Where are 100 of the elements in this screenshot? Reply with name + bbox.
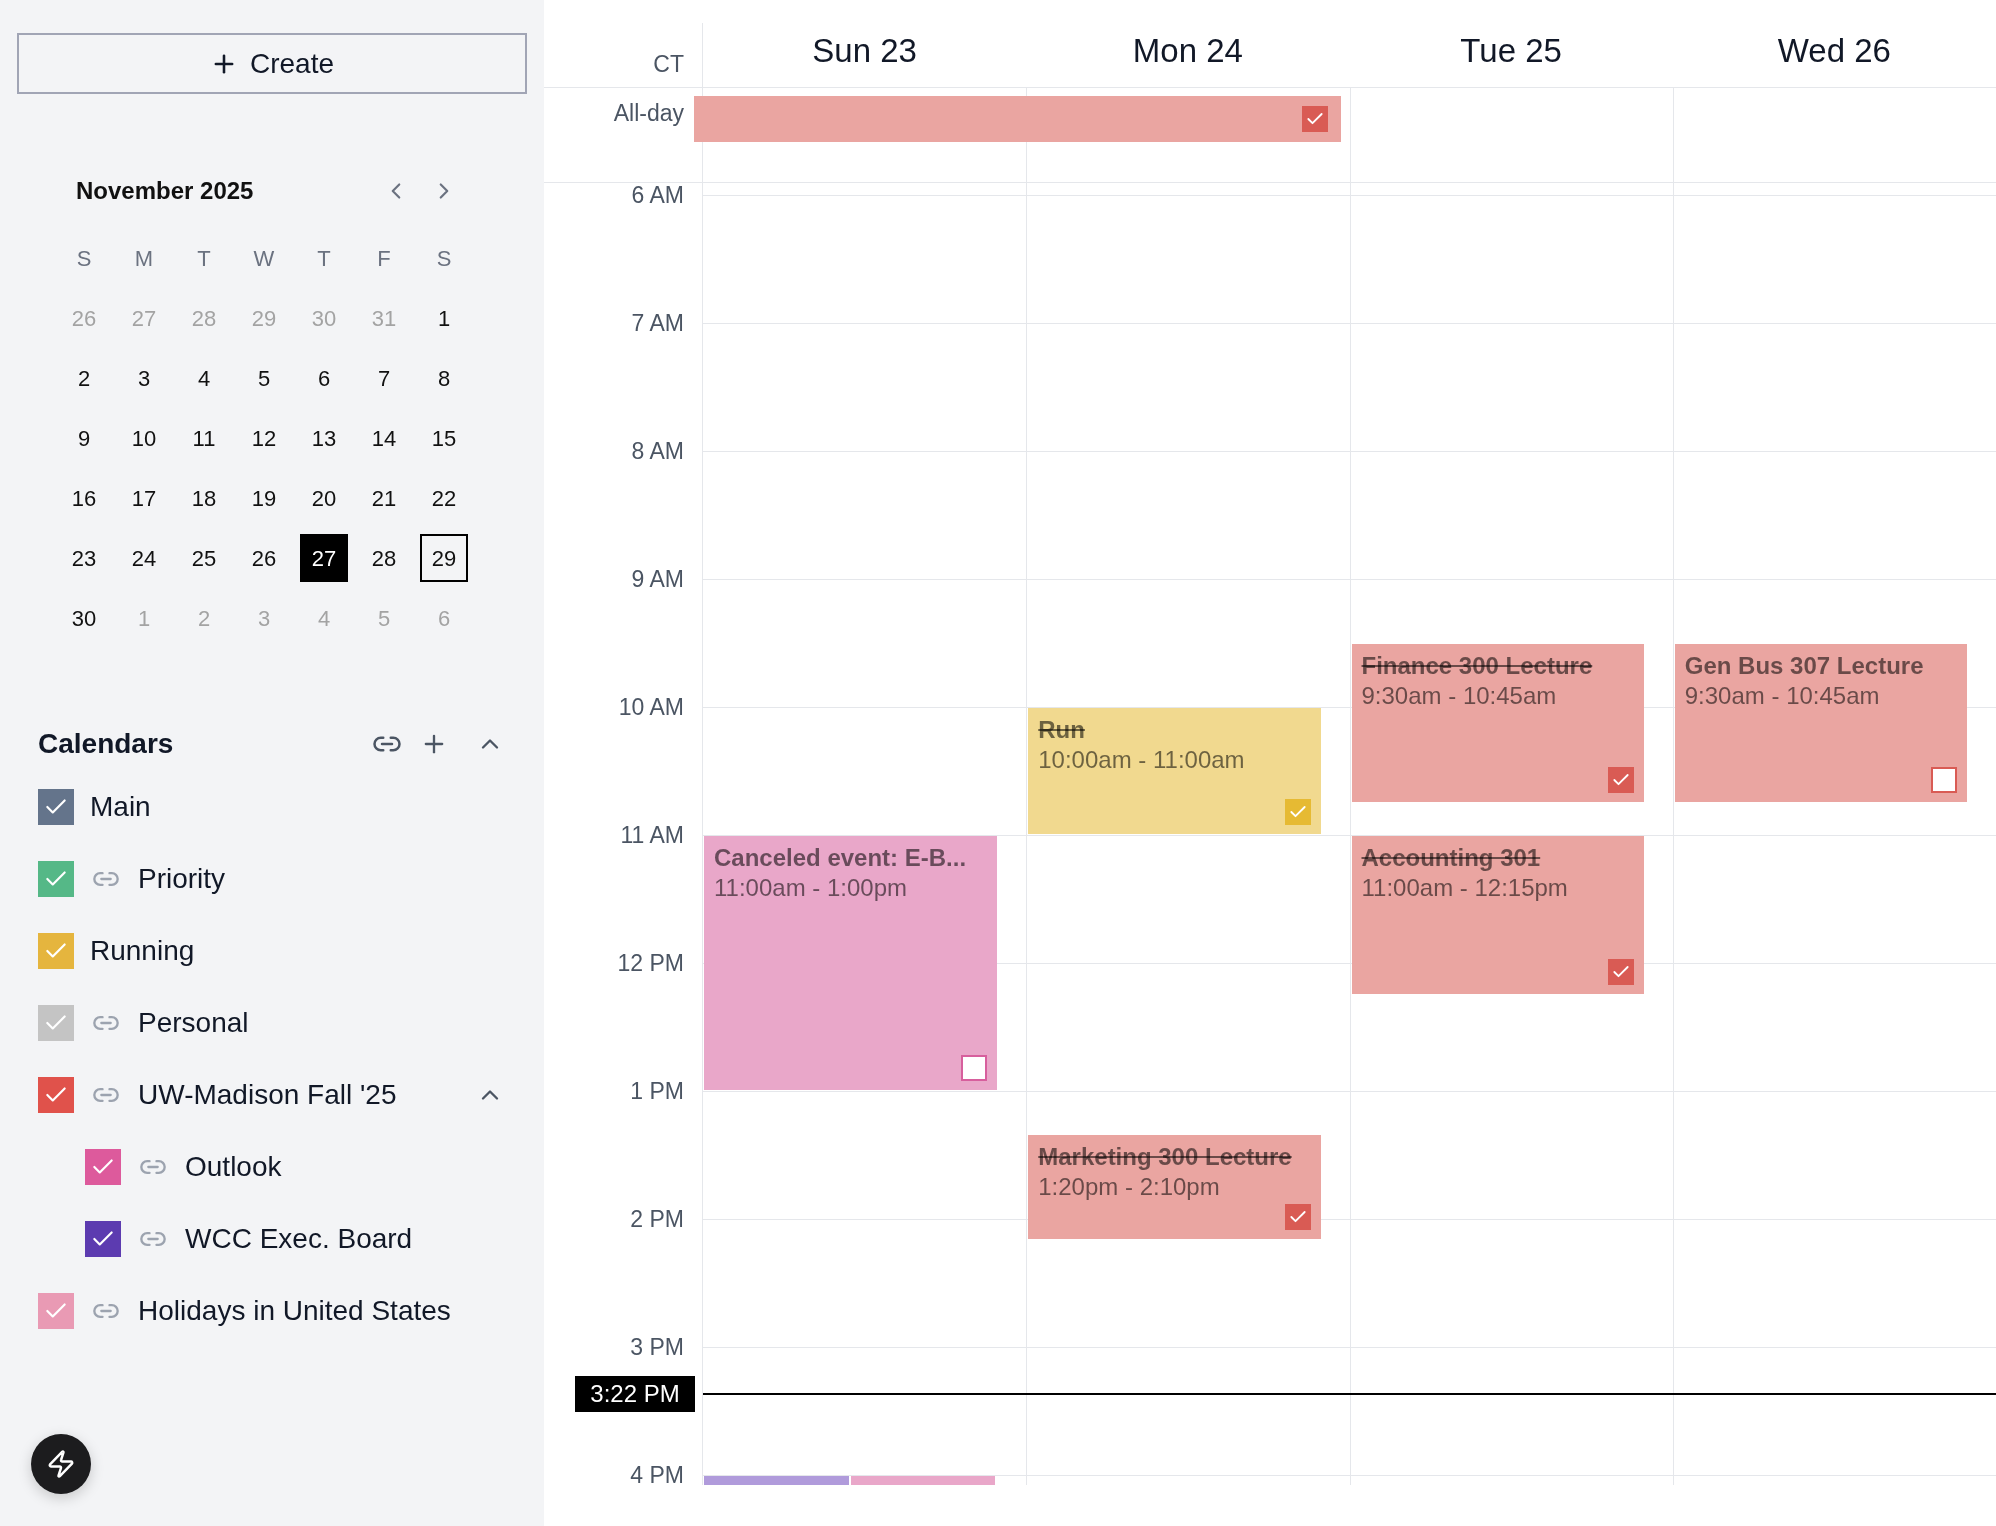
calendar-name: UW-Madison Fall '25 <box>138 1078 397 1112</box>
all-day-event[interactable] <box>694 96 1341 142</box>
weekday-label: S <box>435 244 453 273</box>
weekday-label: M <box>133 244 155 273</box>
current-time-label: 3:22 PM <box>575 1375 695 1412</box>
day-number[interactable]: 22 <box>420 474 468 522</box>
calendar-checkbox[interactable] <box>38 1077 74 1113</box>
calendar-checkbox[interactable] <box>38 1293 74 1329</box>
event-time: 1:20pm - 2:10pm <box>1038 1171 1221 1202</box>
day-number[interactable]: 5 <box>240 354 288 402</box>
day-number[interactable]: 24 <box>120 534 168 582</box>
hour-label: 12 PM <box>617 951 684 975</box>
event-title: Run <box>1038 715 1086 745</box>
day-number[interactable]: 1 <box>420 294 468 342</box>
day-number[interactable]: 19 <box>240 474 288 522</box>
weekday-label: S <box>75 244 93 273</box>
day-number[interactable]: 16 <box>60 474 108 522</box>
event-checkbox[interactable] <box>1301 106 1328 132</box>
day-number[interactable]: 3 <box>120 354 168 402</box>
calendar-event[interactable]: Accounting 301 11:00am - 12:15pm <box>1351 836 1644 994</box>
event-time: 9:30am - 10:45am <box>1684 681 1881 711</box>
calendar-event[interactable]: Finance 300 Lecture 9:30am - 10:45am <box>1351 644 1644 802</box>
day-number[interactable]: 25 <box>180 534 228 582</box>
day-header: Sun 23 <box>812 31 917 72</box>
day-number[interactable]: 20 <box>300 474 348 522</box>
day-number[interactable]: 28 <box>360 534 408 582</box>
event-title: Canceled event: E-B... <box>714 843 968 873</box>
hour-label: 6 AM <box>631 183 684 207</box>
calendar-checkbox[interactable] <box>85 1221 121 1257</box>
day-number[interactable]: 29 <box>420 534 468 582</box>
day-number[interactable]: 11 <box>180 414 228 462</box>
hour-label: 2 PM <box>630 1207 684 1231</box>
hour-label: 1 PM <box>630 1079 684 1103</box>
hour-label: 10 AM <box>618 695 684 719</box>
day-number[interactable]: 14 <box>360 414 408 462</box>
day-number[interactable]: 23 <box>60 534 108 582</box>
hour-label: 3 PM <box>630 1335 684 1359</box>
hour-label: 7 AM <box>631 311 684 335</box>
event-checkbox[interactable] <box>1607 767 1634 793</box>
day-number[interactable]: 10 <box>120 414 168 462</box>
calendar-name: Personal <box>138 1006 249 1040</box>
lightning-icon <box>46 1449 76 1479</box>
quick-action-button[interactable] <box>31 1434 91 1494</box>
calendar-event[interactable]: Gen Bus 307 Lecture 9:30am - 10:45am <box>1674 644 1967 802</box>
day-number[interactable]: 4 <box>180 354 228 402</box>
calendar-name: Priority <box>138 862 226 896</box>
day-number[interactable]: 27 <box>300 534 348 582</box>
day-header: Wed 26 <box>1777 31 1891 72</box>
event-time: 9:30am - 10:45am <box>1361 681 1558 711</box>
calendar-event[interactable]: Marketing 300 Lecture 1:20pm - 2:10pm <box>1028 1134 1321 1240</box>
calendar-name: Running <box>90 934 195 968</box>
day-header: Mon 24 <box>1132 31 1243 72</box>
hour-label: 4 PM <box>630 1463 684 1487</box>
day-number[interactable]: 15 <box>420 414 468 462</box>
day-number[interactable]: 8 <box>420 354 468 402</box>
day-number[interactable]: 7 <box>360 354 408 402</box>
event-title: Finance 300 Lecture <box>1361 651 1594 681</box>
day-number[interactable]: 17 <box>120 474 168 522</box>
day-number[interactable]: 18 <box>180 474 228 522</box>
weekday-label: T <box>196 244 212 273</box>
day-header: Tue 25 <box>1460 31 1562 72</box>
all-day-label: All-day <box>613 99 684 127</box>
calendar-name: Holidays in United States <box>138 1294 451 1328</box>
event-checkbox[interactable] <box>961 1055 988 1081</box>
calendar-checkbox[interactable] <box>38 1005 74 1041</box>
hour-label: 9 AM <box>631 567 684 591</box>
event-title: Gen Bus 307 Lecture <box>1684 651 1925 681</box>
event-time: 11:00am - 1:00pm <box>714 873 908 903</box>
calendar-checkbox[interactable] <box>38 789 74 825</box>
weekday-label: F <box>376 244 392 273</box>
calendar-name: Main <box>90 790 151 824</box>
create-button[interactable]: Create <box>17 33 527 94</box>
calendar-event[interactable]: Run 10:00am - 11:00am <box>1028 708 1321 834</box>
calendar-event[interactable]: Canceled event: E-B... 11:00am - 1:00pm <box>704 836 998 1090</box>
event-checkbox[interactable] <box>1284 1204 1311 1231</box>
event-title: Marketing 300 Lecture <box>1038 1141 1293 1172</box>
event-checkbox[interactable] <box>1607 959 1634 985</box>
calendar-checkbox[interactable] <box>85 1149 121 1185</box>
day-number[interactable]: 21 <box>360 474 408 522</box>
event-time: 10:00am - 11:00am <box>1038 745 1246 775</box>
hour-label: 8 AM <box>631 439 684 463</box>
day-number[interactable]: 30 <box>60 594 108 642</box>
hour-label: 11 AM <box>620 823 684 847</box>
day-number[interactable]: 26 <box>240 534 288 582</box>
timezone-label: CT <box>653 50 684 78</box>
calendars-heading: Calendars <box>38 727 174 761</box>
event-checkbox[interactable] <box>1931 767 1957 793</box>
calendar-name: WCC Exec. Board <box>185 1222 413 1256</box>
calendar-name: Outlook <box>185 1150 282 1184</box>
calendar-checkbox[interactable] <box>38 933 74 969</box>
day-number[interactable]: 9 <box>60 414 108 462</box>
day-number[interactable]: 6 <box>300 354 348 402</box>
event-checkbox[interactable] <box>1284 799 1311 825</box>
calendar-checkbox[interactable] <box>38 861 74 897</box>
weekday-label: W <box>252 244 276 273</box>
day-number[interactable]: 13 <box>300 414 348 462</box>
day-number[interactable]: 2 <box>60 354 108 402</box>
event-title: Accounting 301 <box>1361 843 1542 873</box>
weekday-label: T <box>316 244 332 273</box>
day-number[interactable]: 12 <box>240 414 288 462</box>
